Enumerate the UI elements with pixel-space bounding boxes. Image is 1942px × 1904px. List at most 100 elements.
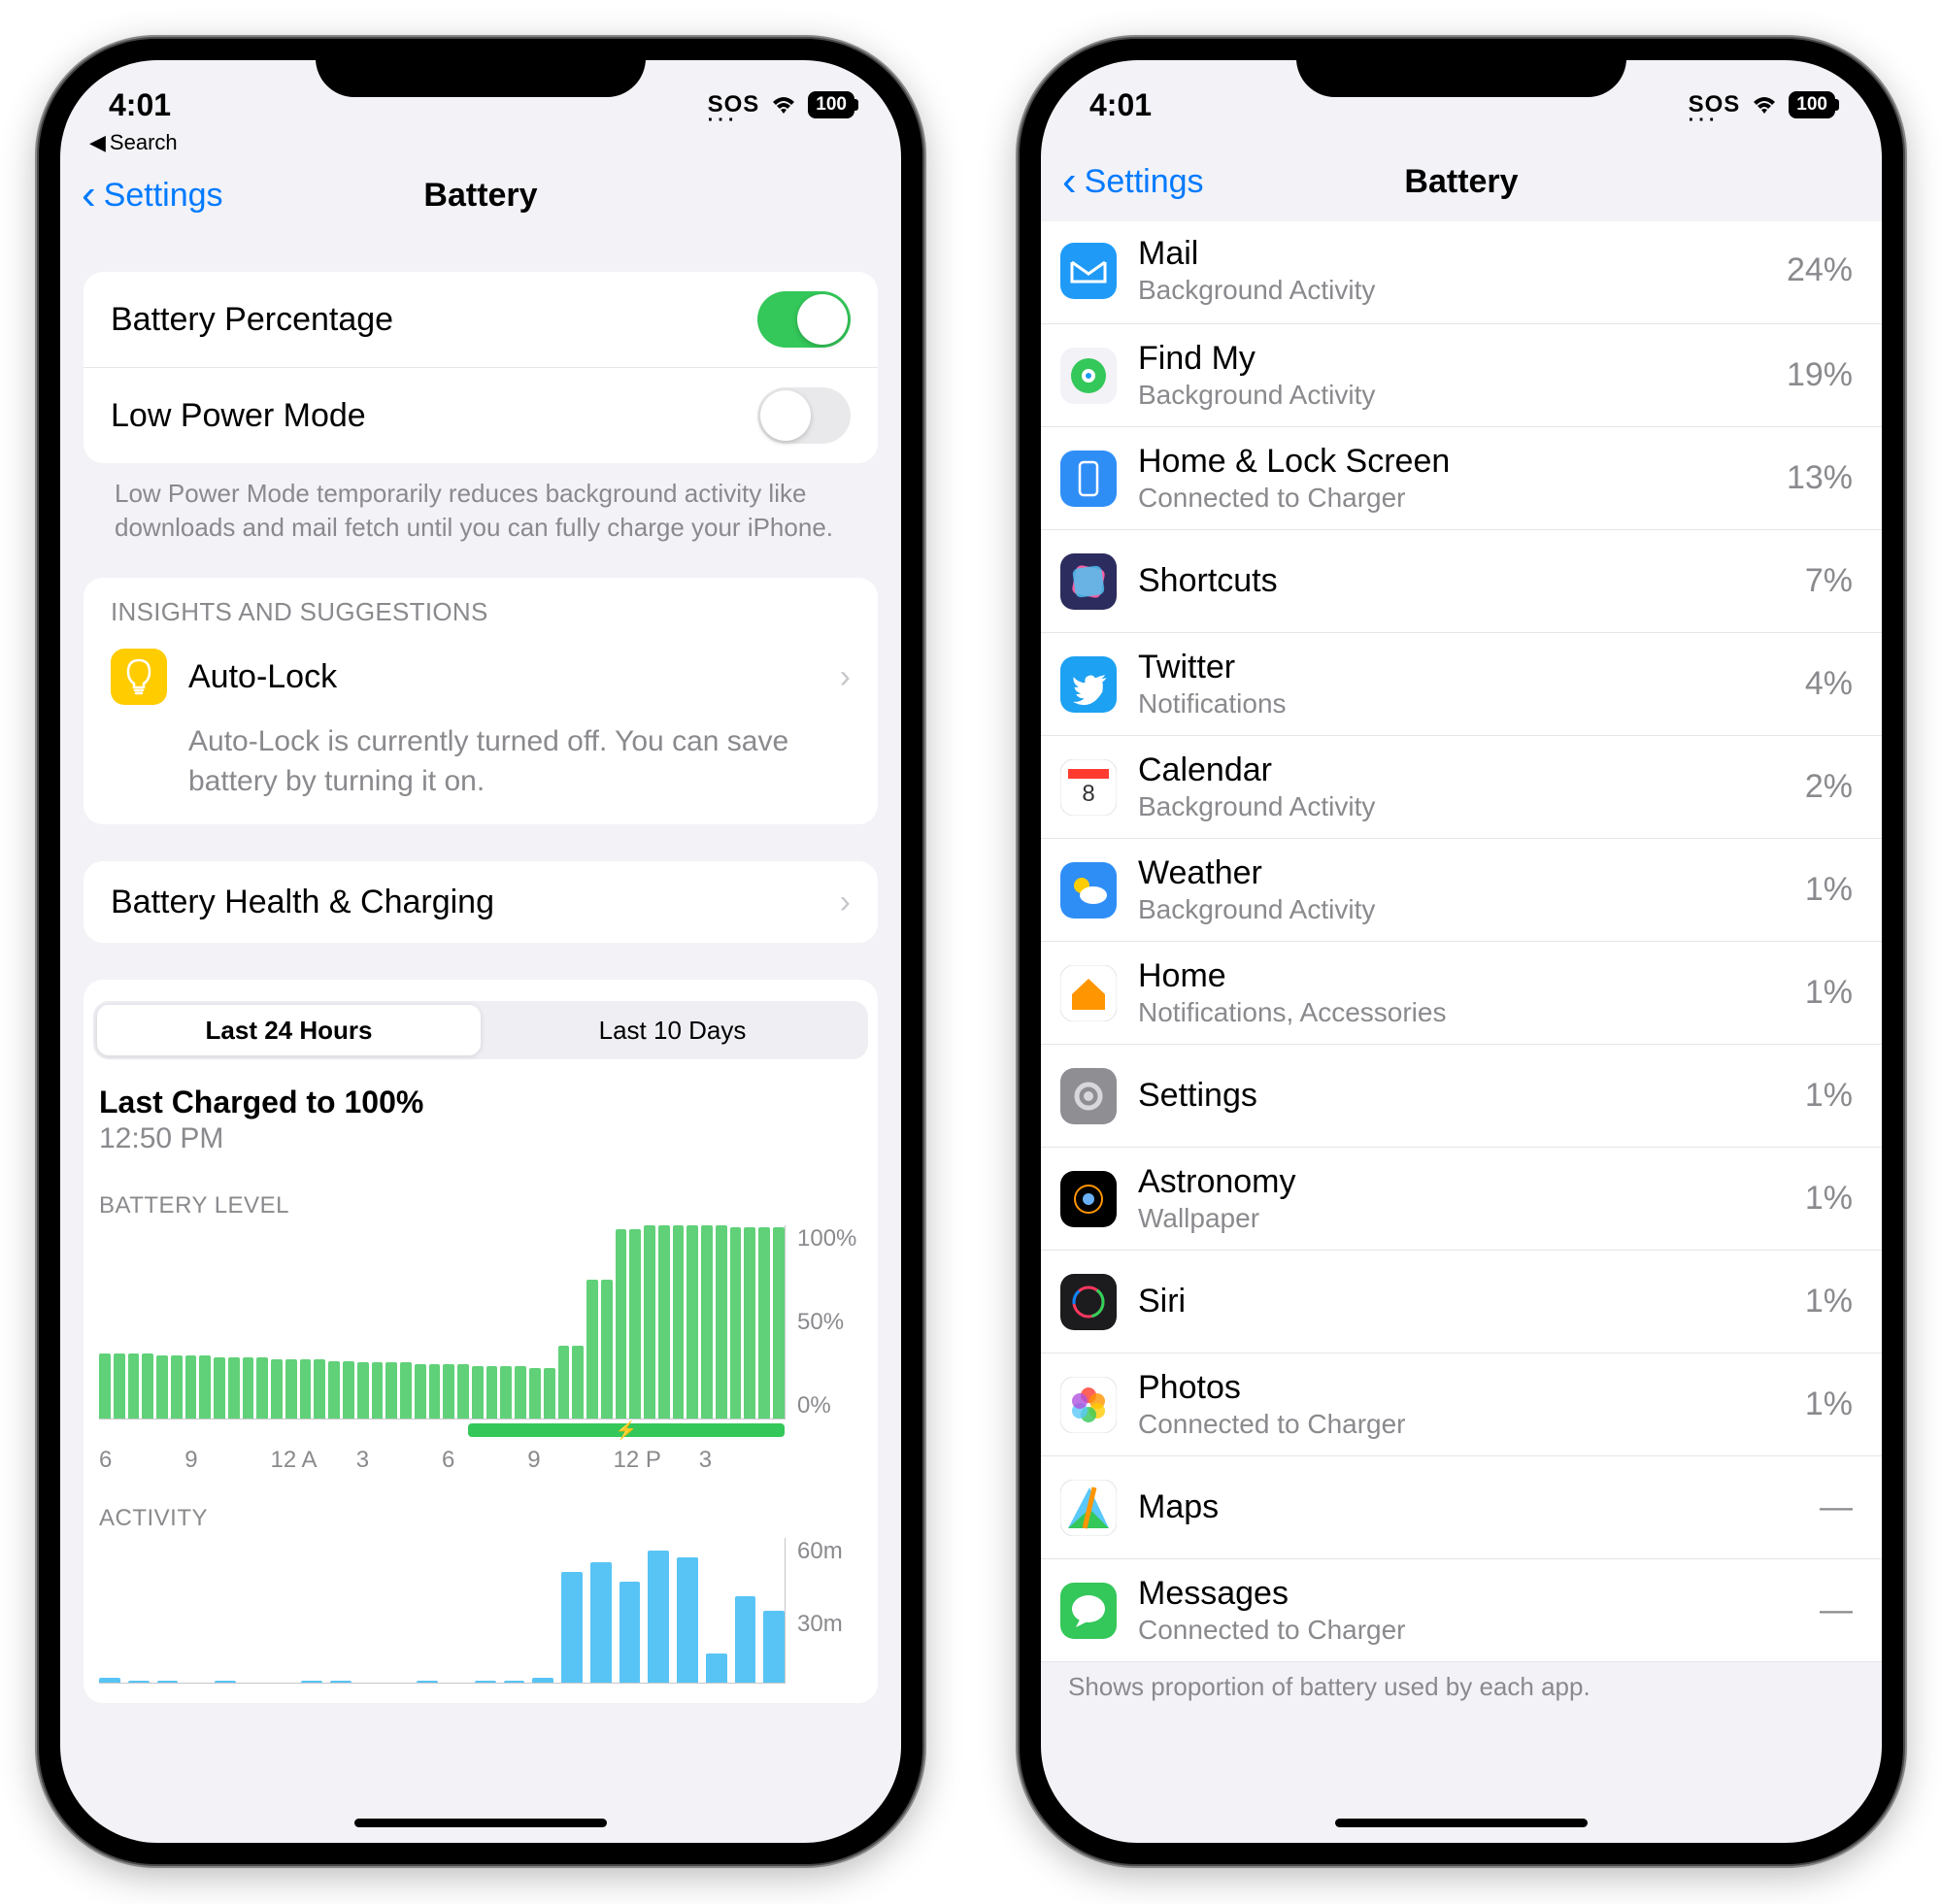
battery-level-bars — [99, 1225, 785, 1420]
app-text: Shortcuts — [1138, 562, 1784, 600]
iphone-left: 4:01 SOS 100 ◀ Search ‹ Settings Battery — [39, 39, 922, 1864]
app-name: Mail — [1138, 235, 1765, 273]
app-name: Home & Lock Screen — [1138, 443, 1765, 481]
app-name: Settings — [1138, 1077, 1784, 1115]
notch — [1296, 39, 1626, 97]
battery-percentage-label: Battery Percentage — [111, 301, 757, 339]
battery-icon: 100 — [808, 91, 854, 118]
autolock-description: Auto-Lock is currently turned off. You c… — [84, 718, 878, 824]
app-percentage: 7% — [1805, 562, 1853, 600]
back-button[interactable]: ‹ Settings — [1062, 163, 1204, 201]
app-percentage: 1% — [1805, 1180, 1853, 1218]
breadcrumb-back[interactable]: ◀ Search — [60, 130, 901, 161]
app-percentage: 1% — [1805, 1386, 1853, 1423]
low-power-label: Low Power Mode — [111, 397, 757, 435]
segment-24h[interactable]: Last 24 Hours — [97, 1005, 481, 1055]
iphone-right: 4:01 SOS 100 ‹ Settings Battery Mail Bac… — [1020, 39, 1903, 1864]
low-power-toggle[interactable] — [757, 387, 851, 444]
app-row[interactable]: Home & Lock Screen Connected to Charger … — [1041, 427, 1882, 530]
app-subtitle: Background Activity — [1138, 380, 1765, 411]
app-row[interactable]: Mail Background Activity 24% — [1041, 221, 1882, 324]
app-row[interactable]: Twitter Notifications 4% — [1041, 633, 1882, 736]
nav-bar: ‹ Settings Battery — [60, 161, 901, 235]
app-name: Find My — [1138, 340, 1765, 378]
last-charged-title: Last Charged to 100% — [99, 1085, 862, 1120]
app-row[interactable]: Messages Connected to Charger — — [1041, 1559, 1882, 1662]
sos-indicator: SOS — [1689, 91, 1741, 118]
app-icon — [1060, 1377, 1117, 1433]
app-text: Settings — [1138, 1077, 1784, 1115]
app-icon — [1060, 965, 1117, 1021]
list-footer: Shows proportion of battery used by each… — [1041, 1662, 1882, 1712]
content-right[interactable]: Mail Background Activity 24% Find My Bac… — [1041, 221, 1882, 1833]
app-usage-list: Mail Background Activity 24% Find My Bac… — [1041, 221, 1882, 1662]
app-name: Astronomy — [1138, 1163, 1784, 1201]
app-row[interactable]: 8 Calendar Background Activity 2% — [1041, 736, 1882, 839]
last-charged-time: 12:50 PM — [99, 1122, 862, 1155]
app-percentage: 2% — [1805, 768, 1853, 806]
app-row[interactable]: Maps — — [1041, 1456, 1882, 1559]
app-row[interactable]: Siri 1% — [1041, 1251, 1882, 1353]
app-icon — [1060, 1480, 1117, 1536]
app-name: Twitter — [1138, 649, 1784, 686]
app-text: Home Notifications, Accessories — [1138, 957, 1784, 1028]
usage-group: Last 24 Hours Last 10 Days Last Charged … — [84, 980, 878, 1703]
app-name: Shortcuts — [1138, 562, 1784, 600]
home-indicator[interactable] — [1335, 1819, 1588, 1827]
app-percentage: — — [1820, 1488, 1853, 1526]
screen-right: 4:01 SOS 100 ‹ Settings Battery Mail Bac… — [1041, 60, 1882, 1843]
app-icon — [1060, 1068, 1117, 1124]
app-row[interactable]: Shortcuts 7% — [1041, 530, 1882, 633]
app-icon — [1060, 553, 1117, 610]
activity-bars — [99, 1538, 785, 1684]
app-subtitle: Notifications — [1138, 688, 1784, 719]
app-name: Siri — [1138, 1283, 1784, 1320]
app-name: Weather — [1138, 854, 1784, 892]
app-icon — [1060, 1274, 1117, 1330]
wifi-icon — [769, 94, 798, 116]
page-title: Battery — [423, 177, 537, 215]
status-right: SOS 100 — [1689, 91, 1835, 118]
app-subtitle: Connected to Charger — [1138, 483, 1765, 514]
battery-percentage-toggle[interactable] — [757, 291, 851, 348]
app-row[interactable]: Settings 1% — [1041, 1045, 1882, 1148]
app-text: Astronomy Wallpaper — [1138, 1163, 1784, 1234]
low-power-mode-row[interactable]: Low Power Mode — [84, 368, 878, 463]
insights-group: INSIGHTS AND SUGGESTIONS Auto-Lock › Aut… — [84, 578, 878, 824]
battery-percentage-row[interactable]: Battery Percentage — [84, 272, 878, 368]
nav-bar: ‹ Settings Battery — [1041, 148, 1882, 221]
app-row[interactable]: Weather Background Activity 1% — [1041, 839, 1882, 942]
breadcrumb-label: Search — [110, 130, 178, 155]
back-button[interactable]: ‹ Settings — [82, 177, 223, 215]
app-icon — [1060, 451, 1117, 507]
page-title: Battery — [1404, 163, 1518, 201]
range-segmented-control[interactable]: Last 24 Hours Last 10 Days — [93, 1001, 868, 1059]
chevron-left-icon: ‹ — [82, 181, 96, 211]
content-left[interactable]: Battery Percentage Low Power Mode Low Po… — [60, 235, 901, 1843]
app-row[interactable]: Photos Connected to Charger 1% — [1041, 1353, 1882, 1456]
breadcrumb-chevron-icon: ◀ — [89, 130, 106, 155]
app-icon — [1060, 1583, 1117, 1639]
power-group: Battery Percentage Low Power Mode — [84, 272, 878, 463]
charging-indicator-strip — [468, 1423, 785, 1437]
segment-10d[interactable]: Last 10 Days — [481, 1005, 864, 1055]
autolock-row[interactable]: Auto-Lock › — [84, 635, 878, 718]
app-name: Photos — [1138, 1369, 1784, 1407]
battery-level-xaxis: 6912 A36912 P3 — [99, 1437, 862, 1480]
app-name: Messages — [1138, 1575, 1798, 1613]
battery-health-label: Battery Health & Charging — [111, 884, 840, 921]
wifi-icon — [1750, 94, 1779, 116]
app-row[interactable]: Home Notifications, Accessories 1% — [1041, 942, 1882, 1045]
app-percentage: 1% — [1805, 871, 1853, 909]
battery-health-row[interactable]: Battery Health & Charging › — [84, 861, 878, 943]
app-icon — [1060, 243, 1117, 299]
app-percentage: 24% — [1787, 251, 1853, 289]
app-percentage: 13% — [1787, 459, 1853, 497]
insights-header: INSIGHTS AND SUGGESTIONS — [84, 578, 878, 635]
app-row[interactable]: Find My Background Activity 19% — [1041, 324, 1882, 427]
chevron-right-icon: › — [840, 884, 851, 921]
home-indicator[interactable] — [354, 1819, 607, 1827]
status-time: 4:01 — [1089, 87, 1152, 123]
app-row[interactable]: Astronomy Wallpaper 1% — [1041, 1148, 1882, 1251]
app-subtitle: Notifications, Accessories — [1138, 997, 1784, 1028]
